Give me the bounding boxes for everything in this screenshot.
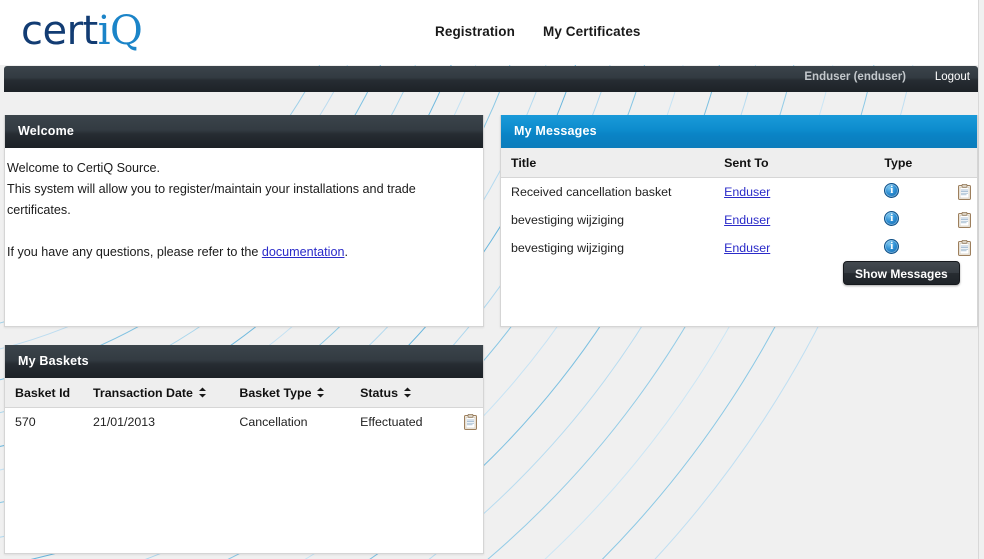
welcome-line-1: Welcome to CertiQ Source. [7,161,161,175]
clipboard-icon[interactable] [958,239,971,256]
message-title: bevestiging wijziging [511,241,624,255]
welcome-spacer [7,221,475,242]
welcome-panel-body: Welcome to CertiQ Source. This system wi… [5,148,483,263]
welcome-panel-title: Welcome [5,115,483,148]
my-messages-panel: My Messages Title Sent To Type Received … [500,115,978,327]
messages-table-body: Received cancellation basket Enduser i b… [501,178,977,263]
masthead: certiQ Registration My Certificates [0,0,978,65]
sort-arrows-svg [198,387,206,398]
messages-table: Title Sent To Type Received cancellation… [501,148,977,262]
my-baskets-panel-title: My Baskets [5,345,483,378]
message-sent-to-link[interactable]: Enduser [724,213,770,227]
baskets-col-status[interactable]: Status [350,378,454,408]
info-icon [884,183,900,198]
welcome-line-2: This system will allow you to register/m… [7,182,416,217]
clipboard-icon[interactable] [958,211,971,228]
show-messages-button[interactable]: Show Messages [843,261,960,285]
baskets-col-basket-id: Basket Id [5,378,84,408]
message-sent-to-link[interactable]: Enduser [724,241,770,255]
baskets-col-action [454,378,483,408]
user-bar: Enduser (enduser) Logout [4,66,978,92]
baskets-table-head: Basket Id Transaction Date Basket Type S… [5,378,483,408]
basket-type: Cancellation [239,415,308,429]
sort-arrows-icon[interactable] [198,387,207,398]
baskets-col-basket-type-label: Basket Type [239,385,312,400]
my-messages-panel-title: My Messages [501,115,977,148]
messages-col-sent-to: Sent To [714,148,875,178]
sort-arrows-svg [403,387,411,398]
baskets-col-transaction-date[interactable]: Transaction Date [83,378,230,408]
baskets-table: Basket Id Transaction Date Basket Type S… [5,378,483,436]
clipboard-icon[interactable] [464,413,477,430]
table-row: bevestiging wijziging Enduser [501,234,977,262]
welcome-line-3-before: If you have any questions, please refer … [7,245,262,259]
logout-link[interactable]: Logout [935,71,970,83]
baskets-header-row: Basket Id Transaction Date Basket Type S… [5,378,483,408]
messages-col-action [948,148,977,178]
sort-arrows-svg [317,387,325,398]
basket-id: 570 [15,415,36,429]
welcome-panel: Welcome Welcome to CertiQ Source. This s… [4,115,484,327]
documentation-link[interactable]: documentation [262,245,345,259]
clipboard-icon-svg [958,211,971,228]
my-baskets-panel: My Baskets Basket Id Transaction Date Ba… [4,345,484,554]
info-icon [884,211,900,226]
messages-col-type: Type [874,148,948,178]
logo-text-iq: iQ [97,8,143,54]
clipboard-icon[interactable] [958,183,971,200]
clipboard-icon-svg [464,413,477,430]
message-title: bevestiging wijziging [511,213,624,227]
basket-transaction-date: 21/01/2013 [93,415,156,429]
clipboard-icon-svg [958,183,971,200]
nav-registration[interactable]: Registration [435,24,515,39]
sort-arrows-icon[interactable] [403,387,412,398]
sort-arrows-icon[interactable] [316,387,325,398]
message-sent-to-link[interactable]: Enduser [724,185,770,199]
certiq-logo: certiQ [21,8,143,54]
clipboard-icon-svg [958,239,971,256]
table-row: 570 21/01/2013 Cancellation Effectuated [5,408,483,437]
logo-text-cert: cert [21,8,98,54]
page-container: certiQ Registration My Certificates Endu… [0,0,979,559]
info-icon [884,239,900,254]
messages-table-head: Title Sent To Type [501,148,977,178]
baskets-col-basket-type[interactable]: Basket Type [229,378,351,408]
nav-my-certificates[interactable]: My Certificates [543,24,641,39]
baskets-table-body: 570 21/01/2013 Cancellation Effectuated [5,408,483,437]
message-title: Received cancellation basket [511,185,672,199]
messages-col-title: Title [501,148,715,178]
current-user-label: Enduser (enduser) [804,71,906,83]
baskets-col-basket-id-label: Basket Id [15,385,71,400]
messages-header-row: Title Sent To Type [501,148,977,178]
baskets-col-transaction-date-label: Transaction Date [93,385,193,400]
welcome-line-3: If you have any questions, please refer … [7,242,475,263]
table-row: bevestiging wijziging Enduser [501,206,977,234]
basket-status: Effectuated [360,415,423,429]
table-row: Received cancellation basket Enduser [501,178,977,207]
welcome-line-3-after: . [344,245,348,259]
baskets-col-status-label: Status [360,385,398,400]
